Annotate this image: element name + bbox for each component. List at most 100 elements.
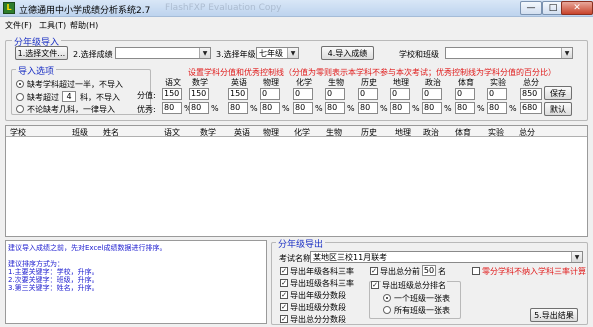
select-grade-combo[interactable]: 七年级 ▼ (256, 47, 299, 59)
select-grade-label: 3.选择年级 (216, 50, 256, 59)
export-checkbox[interactable]: ✓ (280, 267, 288, 275)
rank-all-in-one-sheet-radio[interactable] (383, 306, 391, 314)
chevron-down-icon: ▼ (571, 252, 582, 262)
excellent-row-label: 优秀: (137, 105, 156, 114)
table-header-cell[interactable]: 姓名 (103, 127, 119, 138)
table-header-cell[interactable]: 物理 (263, 127, 279, 138)
minimize-button[interactable]: — (520, 1, 542, 15)
table-header-cell[interactable]: 体育 (455, 127, 471, 138)
menu-help[interactable]: 帮助(H) (70, 20, 98, 31)
rank-all-in-one-sheet-label: 所有班级一张表 (394, 306, 450, 315)
excellent-input[interactable]: 680 (520, 102, 542, 114)
excellent-input[interactable]: 80 (487, 102, 507, 114)
percent-sign: % (282, 104, 290, 113)
table-header-cell[interactable]: 地理 (395, 127, 411, 138)
export-top-count-input[interactable]: 50 (422, 265, 436, 276)
school-class-combo[interactable]: ▼ (445, 47, 573, 59)
table-header-cell[interactable]: 班级 (72, 127, 88, 138)
school-class-label: 学校和班级 (399, 50, 439, 59)
app-logo-icon: L (3, 2, 15, 14)
score-input[interactable]: 150 (162, 88, 182, 100)
import-scores-button[interactable]: 4.导入成绩 (321, 46, 374, 60)
export-checkbox-label: 导出年级分数段 (290, 291, 346, 300)
rank-one-sheet-per-class-radio[interactable] (383, 294, 391, 302)
subject-header: 地理 (393, 78, 409, 87)
score-table[interactable] (5, 125, 588, 237)
subject-header: 政治 (425, 78, 441, 87)
radio-import-all[interactable] (16, 105, 24, 113)
excellent-input[interactable]: 80 (293, 102, 313, 114)
export-checkbox[interactable]: ✓ (280, 315, 288, 323)
save-button[interactable]: 保存 (544, 86, 572, 100)
excellent-input[interactable]: 80 (325, 102, 345, 114)
score-input[interactable]: 0 (487, 88, 507, 100)
radio-import-all-label: 不论缺考几科，一律导入 (27, 105, 115, 114)
export-checkbox[interactable]: ✓ (280, 303, 288, 311)
menu-file[interactable]: 文件(F) (5, 20, 32, 31)
export-checkbox-label: 导出总分分数段 (290, 315, 346, 324)
export-results-button[interactable]: 5.导出结果 (530, 308, 578, 322)
excellent-input[interactable]: 80 (228, 102, 248, 114)
percent-sign: % (315, 104, 323, 113)
excellent-input[interactable]: 80 (390, 102, 410, 114)
subject-header: 化学 (296, 78, 312, 87)
table-header-cell[interactable]: 学校 (10, 127, 26, 138)
default-button[interactable]: 默认 (544, 102, 572, 116)
table-header-cell[interactable]: 实验 (488, 127, 504, 138)
table-header-cell[interactable]: 数学 (200, 127, 216, 138)
table-header-cell[interactable]: 化学 (294, 127, 310, 138)
export-checkbox-label: 导出年级各科三率 (290, 267, 354, 276)
select-score-label: 2.选择成绩 (73, 50, 113, 59)
export-checkbox[interactable]: ✓ (280, 291, 288, 299)
excellent-input[interactable]: 80 (162, 102, 182, 114)
zero-score-checkbox[interactable] (472, 267, 480, 275)
table-header-cell[interactable]: 政治 (423, 127, 439, 138)
table-header-cell[interactable]: 总分 (519, 127, 535, 138)
exam-name-combo[interactable]: 某地区三校11月联考 ▼ (310, 251, 583, 263)
subject-header: 语文 (165, 78, 181, 87)
score-input[interactable]: 0 (455, 88, 475, 100)
close-button[interactable]: ✕ (561, 1, 593, 15)
excellent-input[interactable]: 80 (455, 102, 475, 114)
excellent-input[interactable]: 80 (422, 102, 442, 114)
subject-header: 数学 (192, 78, 208, 87)
import-options-title: 导入选项 (16, 64, 57, 77)
rank-one-sheet-per-class-label: 一个班级一张表 (394, 294, 450, 303)
radio-skip-over[interactable] (16, 93, 24, 101)
score-input[interactable]: 150 (228, 88, 248, 100)
export-top-checkbox[interactable]: ✓ (370, 267, 378, 275)
export-top-label: 导出总分前 (380, 267, 420, 276)
excellent-input[interactable]: 80 (358, 102, 378, 114)
score-input[interactable]: 0 (260, 88, 280, 100)
excellent-input[interactable]: 80 (189, 102, 209, 114)
score-input[interactable]: 0 (325, 88, 345, 100)
excellent-input[interactable]: 80 (260, 102, 280, 114)
menu-tools[interactable]: 工具(T) (39, 20, 66, 31)
absent-count-input[interactable]: 4 (62, 91, 76, 102)
score-input[interactable]: 0 (358, 88, 378, 100)
percent-sign: % (477, 104, 485, 113)
score-input[interactable]: 850 (520, 88, 542, 100)
select-score-combo[interactable]: ▼ (115, 47, 211, 59)
table-header-cell[interactable]: 英语 (234, 127, 250, 138)
export-top-suffix: 名 (438, 267, 446, 276)
export-checkbox[interactable]: ✓ (280, 279, 288, 287)
export-group-title: 分年级导出 (276, 237, 326, 250)
percent-sign: % (211, 104, 219, 113)
table-header-cell[interactable]: 历史 (361, 127, 377, 138)
radio-skip-half[interactable] (16, 80, 24, 88)
score-input[interactable]: 150 (189, 88, 209, 100)
select-grade-value: 七年级 (259, 49, 283, 58)
export-checkbox-label: 导出班级各科三率 (290, 279, 354, 288)
table-header-cell[interactable]: 语文 (164, 127, 180, 138)
select-file-button[interactable]: 1.选择文件… (15, 46, 68, 60)
score-input[interactable]: 0 (293, 88, 313, 100)
subject-header: 实验 (490, 78, 506, 87)
evaluation-watermark: FlashFXP Evaluation Copy (165, 3, 282, 13)
chevron-down-icon: ▼ (561, 48, 572, 58)
chevron-down-icon: ▼ (287, 48, 298, 58)
table-header-cell[interactable]: 生物 (326, 127, 342, 138)
class-rank-checkbox[interactable]: ✓ (371, 281, 379, 289)
score-input[interactable]: 0 (390, 88, 410, 100)
score-input[interactable]: 0 (422, 88, 442, 100)
